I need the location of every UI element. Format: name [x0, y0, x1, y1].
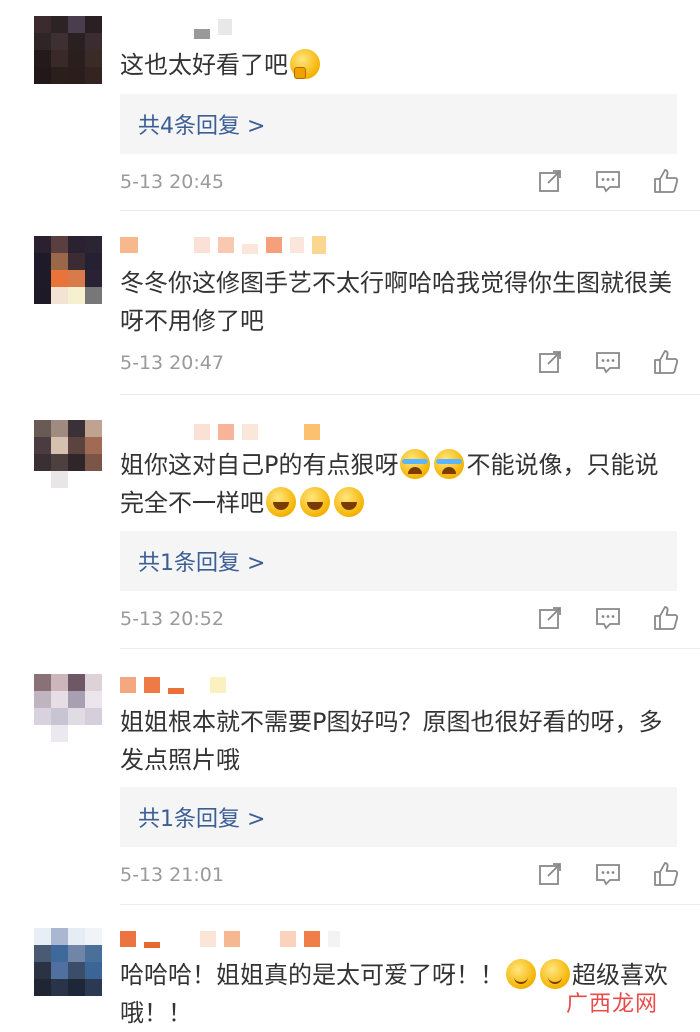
share-icon[interactable]: [536, 860, 564, 888]
comment-icon[interactable]: [594, 860, 622, 888]
like-icon[interactable]: [652, 167, 680, 195]
comment-meta: 5-13 20:45: [120, 167, 680, 197]
share-icon[interactable]: [536, 604, 564, 632]
comment-actions: [536, 348, 680, 376]
laugh-emoji-icon: [334, 487, 364, 517]
replies-link[interactable]: 共1条回复 >: [120, 787, 677, 847]
share-icon[interactable]: [536, 167, 564, 195]
divider: [120, 394, 700, 395]
comment-text: 这也太好看了吧: [120, 46, 680, 84]
thinking-emoji-icon: [290, 49, 320, 79]
share-icon[interactable]: [536, 348, 564, 376]
comment-text: 冬冬你这修图手艺不太行啊哈哈我觉得你生图就很美呀不用修了吧: [120, 269, 672, 335]
laugh-emoji-icon: [266, 487, 296, 517]
username-pixelated[interactable]: [120, 930, 340, 948]
comment-text: 姐姐根本就不需要P图好吗？原图也很好看的呀，多发点照片哦: [120, 708, 663, 774]
avatar[interactable]: [34, 928, 102, 996]
laugh-cry-emoji-icon: [434, 449, 465, 479]
divider: [120, 904, 700, 905]
comment-actions: [536, 860, 680, 888]
smile-emoji-icon: [506, 959, 536, 989]
avatar[interactable]: [34, 16, 102, 84]
comment-icon[interactable]: [594, 604, 622, 632]
avatar[interactable]: [34, 236, 102, 304]
comment-meta: 5-13 21:01: [120, 860, 680, 890]
comment-actions: [536, 167, 680, 195]
avatar[interactable]: [34, 420, 102, 488]
username-pixelated[interactable]: [120, 423, 320, 441]
watermark: 广西龙网: [566, 992, 659, 1017]
laugh-cry-emoji-icon: [400, 449, 431, 479]
comment-time: 5-13 20:47: [120, 352, 224, 374]
comment-icon[interactable]: [594, 348, 622, 376]
comment-text: 姐你这对自己P的有点狠呀 不能说像，只能说完全不一样吧: [120, 449, 659, 517]
replies-link[interactable]: 共1条回复 >: [120, 531, 677, 591]
comment-meta: 5-13 20:47: [120, 348, 680, 378]
avatar[interactable]: [34, 674, 102, 742]
comment-time: 5-13 20:45: [120, 171, 224, 193]
laugh-emoji-icon: [300, 487, 330, 517]
divider: [120, 210, 700, 211]
username-pixelated[interactable]: [120, 676, 226, 694]
replies-link[interactable]: 共4条回复 >: [120, 94, 677, 154]
comment-time: 5-13 20:52: [120, 608, 224, 630]
like-icon[interactable]: [652, 348, 680, 376]
comment-meta: 5-13 20:52: [120, 604, 680, 634]
username-pixelated[interactable]: [120, 18, 232, 39]
comment-actions: [536, 604, 680, 632]
divider: [120, 648, 700, 649]
like-icon[interactable]: [652, 604, 680, 632]
smile-emoji-icon: [540, 959, 570, 989]
comment-time: 5-13 21:01: [120, 864, 224, 886]
username-pixelated[interactable]: [120, 236, 326, 254]
like-icon[interactable]: [652, 860, 680, 888]
comment-icon[interactable]: [594, 167, 622, 195]
